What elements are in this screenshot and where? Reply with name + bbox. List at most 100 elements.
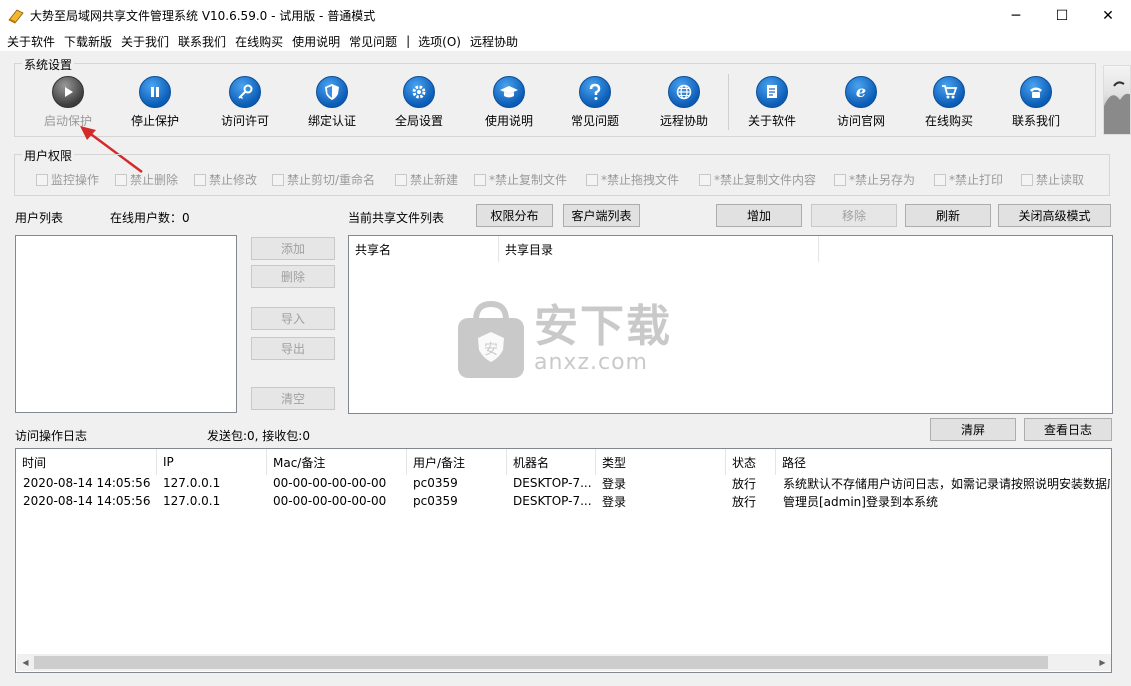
delete-user-button[interactable]: 删除 <box>251 265 335 288</box>
log-cell-machine: DESKTOP-7... <box>513 476 592 490</box>
menu-options[interactable]: 选项(O) <box>414 33 465 50</box>
remote-assist-button[interactable]: 远程协助 <box>646 76 722 132</box>
log-column-header-user[interactable]: 用户/备注 <box>407 449 507 475</box>
checkbox-box <box>272 173 284 186</box>
menu-download-new[interactable]: 下载新版 <box>60 33 116 50</box>
menu-remote-assist[interactable]: 远程协助 <box>466 33 522 50</box>
faq-button[interactable]: 常见问题 <box>557 76 633 132</box>
clear-screen-button[interactable]: 清屏 <box>930 418 1016 441</box>
close-button[interactable]: ✕ <box>1085 0 1131 31</box>
log-cell-status: 放行 <box>732 476 757 491</box>
global-settings-label: 全局设置 <box>394 114 443 128</box>
log-row[interactable]: 2020-08-14 14:05:56 127.0.0.1 00-00-00-0… <box>16 492 1110 510</box>
maximize-button[interactable]: ☐ <box>1039 0 1085 31</box>
log-cell-type: 登录 <box>602 494 627 509</box>
menu-contact-us[interactable]: 联系我们 <box>174 33 230 50</box>
perm-no-save-as-checkbox[interactable]: *禁止另存为 <box>834 171 915 188</box>
log-cell-ip: 127.0.0.1 <box>163 476 221 490</box>
perm-no-copy-content-checkbox[interactable]: *禁止复制文件内容 <box>699 171 816 188</box>
checkbox-label: 禁止修改 <box>209 173 258 187</box>
pause-icon <box>139 76 171 108</box>
log-cell-mac: 00-00-00-00-00-00 <box>273 494 387 508</box>
log-column-header-path[interactable]: 路径 <box>776 449 1111 475</box>
refresh-button[interactable]: 刷新 <box>905 204 991 227</box>
remote-assist-label: 远程协助 <box>659 114 708 128</box>
minimize-button[interactable]: ─ <box>993 0 1039 31</box>
access-permission-button[interactable]: 访问许可 <box>207 76 283 132</box>
checkbox-box <box>194 173 206 186</box>
menu-separator: | <box>406 34 411 48</box>
perm-no-delete-checkbox[interactable]: 禁止删除 <box>115 171 178 188</box>
buy-online-label: 在线购买 <box>924 114 973 128</box>
visit-website-button[interactable]: e 访问官网 <box>823 76 899 132</box>
checkbox-label: 监控操作 <box>51 173 100 187</box>
perm-no-read-checkbox[interactable]: 禁止读取 <box>1021 171 1084 188</box>
access-log-label: 访问操作日志 <box>15 429 88 443</box>
checkbox-label: 禁止读取 <box>1036 173 1085 187</box>
checkbox-label: 禁止新建 <box>410 173 459 187</box>
log-column-header-type[interactable]: 类型 <box>596 449 726 475</box>
log-cell-path: 管理员[admin]登录到本系统 <box>783 494 938 509</box>
log-column-header-time[interactable]: 时间 <box>16 449 157 475</box>
svg-text:e: e <box>856 82 866 101</box>
perm-no-print-checkbox[interactable]: *禁止打印 <box>934 171 1003 188</box>
log-cell-user: pc0359 <box>413 494 458 508</box>
checkbox-label: *禁止复制文件 <box>489 173 568 187</box>
user-list-box[interactable] <box>15 235 237 413</box>
about-software-button[interactable]: 关于软件 <box>734 76 810 132</box>
scroll-right-arrow-icon[interactable]: ▶ <box>1094 654 1111 671</box>
column-header-share-name[interactable]: 共享名 <box>349 236 499 262</box>
scrollbar-thumb[interactable] <box>34 656 1048 669</box>
perm-monitor-checkbox[interactable]: 监控操作 <box>36 171 99 188</box>
svg-text:安: 安 <box>484 342 498 358</box>
checkbox-label: *禁止打印 <box>949 173 1004 187</box>
menu-instructions[interactable]: 使用说明 <box>288 33 344 50</box>
buy-online-button[interactable]: 在线购买 <box>911 76 987 132</box>
checkbox-box <box>1021 173 1033 186</box>
log-column-header-machine[interactable]: 机器名 <box>507 449 596 475</box>
log-column-header-mac[interactable]: Mac/备注 <box>267 449 407 475</box>
checkbox-label: *禁止复制文件内容 <box>714 173 817 187</box>
log-column-header-status[interactable]: 状态 <box>726 449 776 475</box>
instructions-button[interactable]: 使用说明 <box>471 76 547 132</box>
log-row[interactable]: 2020-08-14 14:05:56 127.0.0.1 00-00-00-0… <box>16 474 1110 492</box>
global-settings-button[interactable]: 全局设置 <box>381 76 457 132</box>
permission-distribution-button[interactable]: 权限分布 <box>476 204 553 227</box>
contact-us-button[interactable]: 联系我们 <box>998 76 1074 132</box>
question-icon <box>579 76 611 108</box>
perm-no-copy-file-checkbox[interactable]: *禁止复制文件 <box>474 171 567 188</box>
log-column-header-ip[interactable]: IP <box>157 449 267 475</box>
checkbox-box <box>934 173 946 186</box>
checkbox-box <box>395 173 407 186</box>
column-header-share-dir[interactable]: 共享目录 <box>499 236 819 262</box>
perm-no-cut-rename-checkbox[interactable]: 禁止剪切/重命名 <box>272 171 375 188</box>
bind-auth-button[interactable]: 绑定认证 <box>294 76 370 132</box>
menu-about-us[interactable]: 关于我们 <box>117 33 173 50</box>
import-button[interactable]: 导入 <box>251 307 335 330</box>
globe-icon <box>668 76 700 108</box>
perm-no-create-checkbox[interactable]: 禁止新建 <box>395 171 458 188</box>
menu-faq[interactable]: 常见问题 <box>345 33 401 50</box>
perm-no-drag-file-checkbox[interactable]: *禁止拖拽文件 <box>586 171 679 188</box>
perm-no-modify-checkbox[interactable]: 禁止修改 <box>194 171 257 188</box>
client-list-button[interactable]: 客户端列表 <box>563 204 640 227</box>
add-user-button[interactable]: 添加 <box>251 237 335 260</box>
watermark-bag-icon: 安 <box>458 300 524 378</box>
add-share-button[interactable]: 增加 <box>716 204 802 227</box>
remove-share-button[interactable]: 移除 <box>811 204 897 227</box>
scroll-left-arrow-icon[interactable]: ◀ <box>17 654 34 671</box>
close-advanced-mode-button[interactable]: 关闭高级模式 <box>998 204 1111 227</box>
phone-icon <box>1020 76 1052 108</box>
horizontal-scrollbar[interactable]: ◀ ▶ <box>17 654 1111 671</box>
log-cell-type: 登录 <box>602 476 627 491</box>
play-icon <box>52 76 84 108</box>
view-log-button[interactable]: 查看日志 <box>1024 418 1112 441</box>
checkbox-box <box>834 173 846 186</box>
menu-buy-online[interactable]: 在线购买 <box>231 33 287 50</box>
log-cell-machine: DESKTOP-7... <box>513 494 592 508</box>
clear-users-button[interactable]: 清空 <box>251 387 335 410</box>
access-log-table[interactable]: 时间 IP Mac/备注 用户/备注 机器名 类型 状态 路径 2020-08-… <box>15 448 1112 673</box>
watermark-text-group: 安下载 anxz.com <box>534 303 672 375</box>
export-button[interactable]: 导出 <box>251 337 335 360</box>
menu-about-software[interactable]: 关于软件 <box>0 33 59 50</box>
